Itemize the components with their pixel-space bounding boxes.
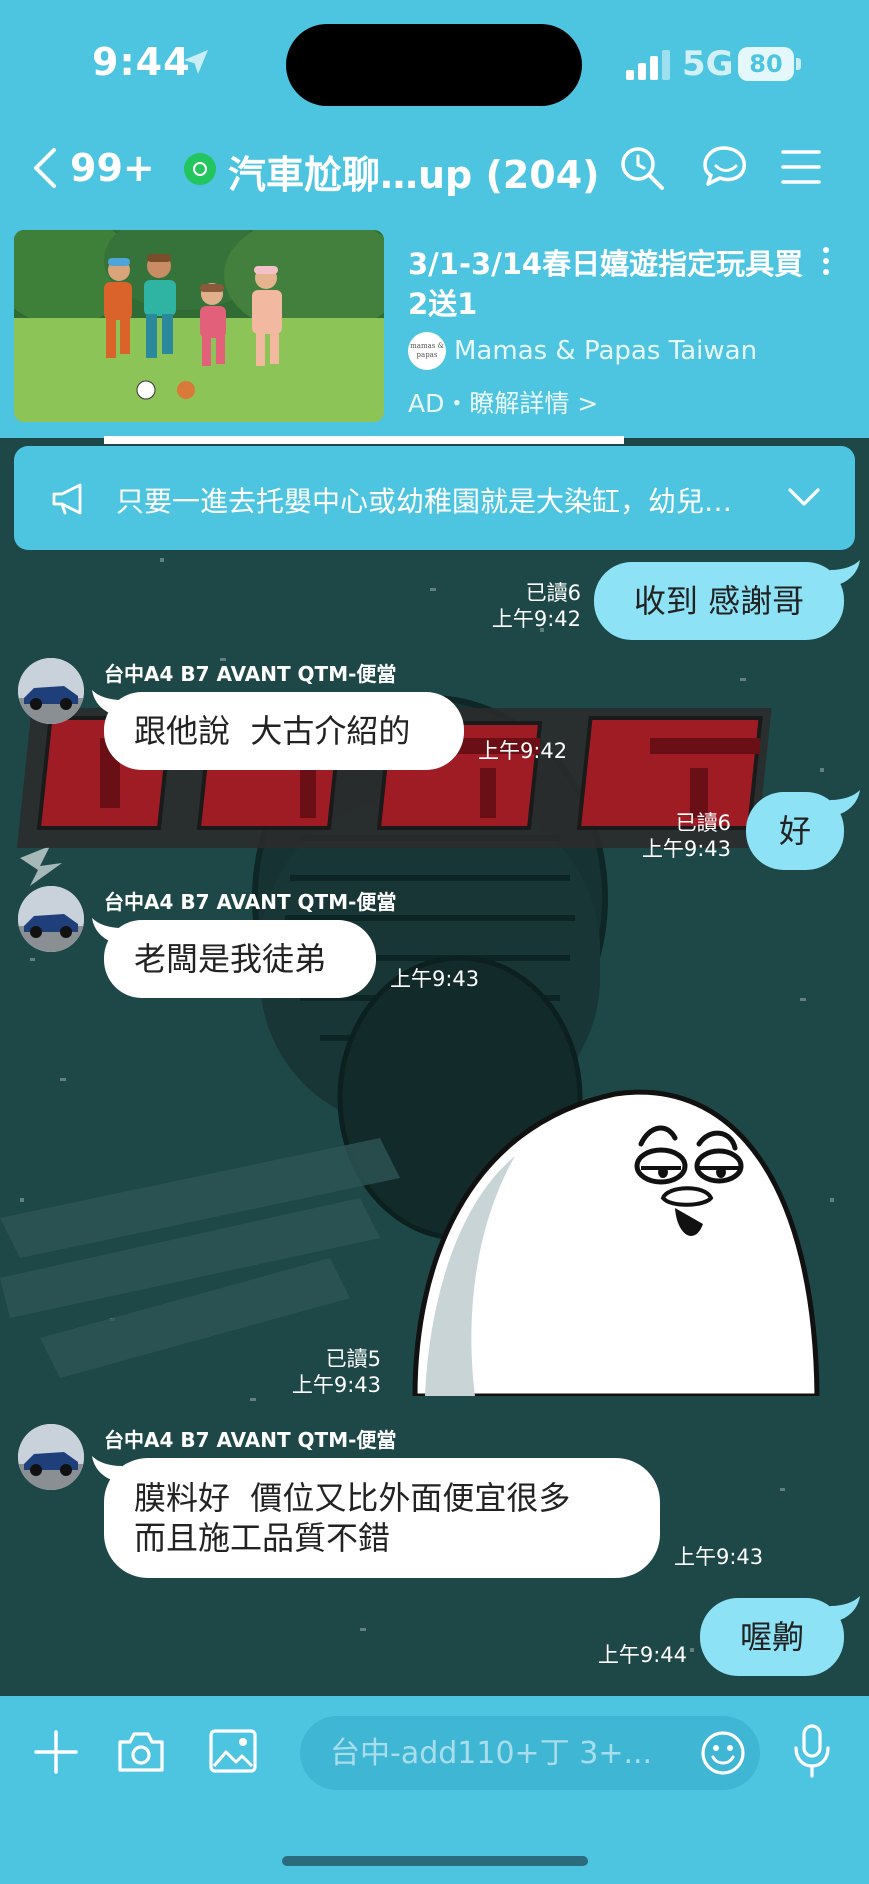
sender-name: 台中A4 B7 AVANT QTM-便當 (104, 1428, 397, 1452)
bubble-tail (830, 560, 860, 586)
bubble-tail (830, 790, 860, 816)
bubble-tail (830, 1596, 860, 1622)
chat-title[interactable]: 汽車尬聊…up (204) (228, 144, 600, 199)
home-indicator (282, 1856, 588, 1866)
message-time: 上午9:44 (597, 1643, 687, 1667)
ad-banner[interactable]: 3/1-3/14春日嬉遊指定玩具買2送1 mamas & papas Mamas… (0, 216, 869, 438)
read-receipt: 已讀6 (525, 581, 581, 605)
search-icon[interactable] (618, 144, 666, 192)
ad-photo-children-playing (14, 230, 384, 422)
message-row: 台中A4 B7 AVANT QTM-便當 老闆是我徒弟 上午9:43 (0, 882, 869, 1006)
message-input[interactable] (300, 1716, 760, 1790)
read-receipt: 已讀5 (325, 1347, 381, 1371)
avatar[interactable] (18, 658, 84, 724)
message-time: 上午9:43 (641, 837, 731, 861)
message-time: 上午9:43 (291, 1373, 381, 1397)
ad-title[interactable]: 3/1-3/14春日嬉遊指定玩具買2送1 (408, 244, 808, 324)
dynamic-island (286, 24, 582, 106)
emoji-icon[interactable] (700, 1730, 746, 1776)
message-time: 上午9:43 (390, 967, 480, 991)
back-unread-count[interactable]: 99+ (70, 146, 155, 190)
top-bar: 9:44 5G 80 99+ 汽車尬聊…up (204) (0, 0, 869, 216)
avatar[interactable] (18, 886, 84, 952)
image-icon[interactable] (208, 1728, 258, 1774)
message-row: 已讀6 上午9:43 好 (0, 790, 869, 872)
battery-indicator: 80 (738, 47, 794, 81)
message-time: 上午9:42 (491, 607, 581, 631)
status-time: 9:44 (92, 40, 191, 84)
read-receipt: 已讀6 (675, 811, 731, 835)
message-bubble-outgoing[interactable]: 收到 感謝哥 (594, 562, 844, 640)
message-row: 台中A4 B7 AVANT QTM-便當 跟他說 大古介紹的 上午9:42 (0, 654, 869, 778)
message-input-bar (0, 1696, 869, 1884)
ad-image[interactable] (14, 230, 384, 422)
microphone-icon[interactable] (792, 1724, 832, 1778)
message-bubble-incoming[interactable]: 老闆是我徒弟 (104, 920, 376, 998)
message-bubble-outgoing[interactable]: 喔齁 (700, 1598, 844, 1676)
back-chevron-icon[interactable] (30, 146, 60, 190)
battery-tip (796, 58, 801, 70)
openchat-badge-icon (184, 153, 216, 185)
avatar-car-photo (18, 886, 84, 952)
message-time: 上午9:42 (478, 739, 568, 763)
camera-icon[interactable] (116, 1728, 166, 1774)
plus-icon[interactable] (34, 1730, 78, 1774)
message-time: 上午9:43 (674, 1545, 764, 1569)
sender-name: 台中A4 B7 AVANT QTM-便當 (104, 890, 397, 914)
ad-learn-more-link[interactable]: AD・瞭解詳情 > (408, 384, 598, 420)
message-row: 上午9:44 喔齁 (0, 1596, 869, 1678)
message-bubble-incoming[interactable]: 膜料好 價位又比外面便宜很多 而且施工品質不錯 (104, 1458, 660, 1578)
avatar-car-photo (18, 658, 84, 724)
chat-bubbles-icon[interactable] (698, 144, 750, 192)
message-bubble-incoming[interactable]: 跟他說 大古介紹的 (104, 692, 464, 770)
ad-progress-bar (104, 436, 624, 444)
message-row: 台中A4 B7 AVANT QTM-便當 膜料好 價位又比外面便宜很多 而且施工… (0, 1420, 869, 1580)
sender-name: 台中A4 B7 AVANT QTM-便當 (104, 662, 397, 686)
ad-brand-name[interactable]: Mamas & Papas Taiwan (454, 336, 757, 366)
avatar[interactable] (18, 1424, 84, 1490)
network-label: 5G (682, 44, 734, 84)
announcement-bar[interactable]: 只要一進去托嬰中心或幼稚園就是大染缸，幼兒園也會一直生病 (14, 446, 855, 550)
announcement-text[interactable]: 只要一進去托嬰中心或幼稚園就是大染缸，幼兒園也會一直生病 (116, 480, 756, 520)
brand-logo: mamas & papas (408, 332, 446, 370)
smirking-egg-sticker[interactable] (405, 1086, 825, 1396)
signal-icon (626, 50, 670, 80)
megaphone-icon (52, 483, 82, 515)
menu-icon[interactable] (780, 148, 822, 186)
location-arrow-icon (184, 50, 208, 74)
chevron-down-icon[interactable] (786, 486, 822, 508)
message-row: 已讀6 上午9:42 收到 感謝哥 (0, 560, 869, 642)
message-row-sticker: 已讀5 上午9:43 (0, 1086, 869, 1397)
more-vertical-icon[interactable] (820, 246, 832, 276)
avatar-car-photo (18, 1424, 84, 1490)
